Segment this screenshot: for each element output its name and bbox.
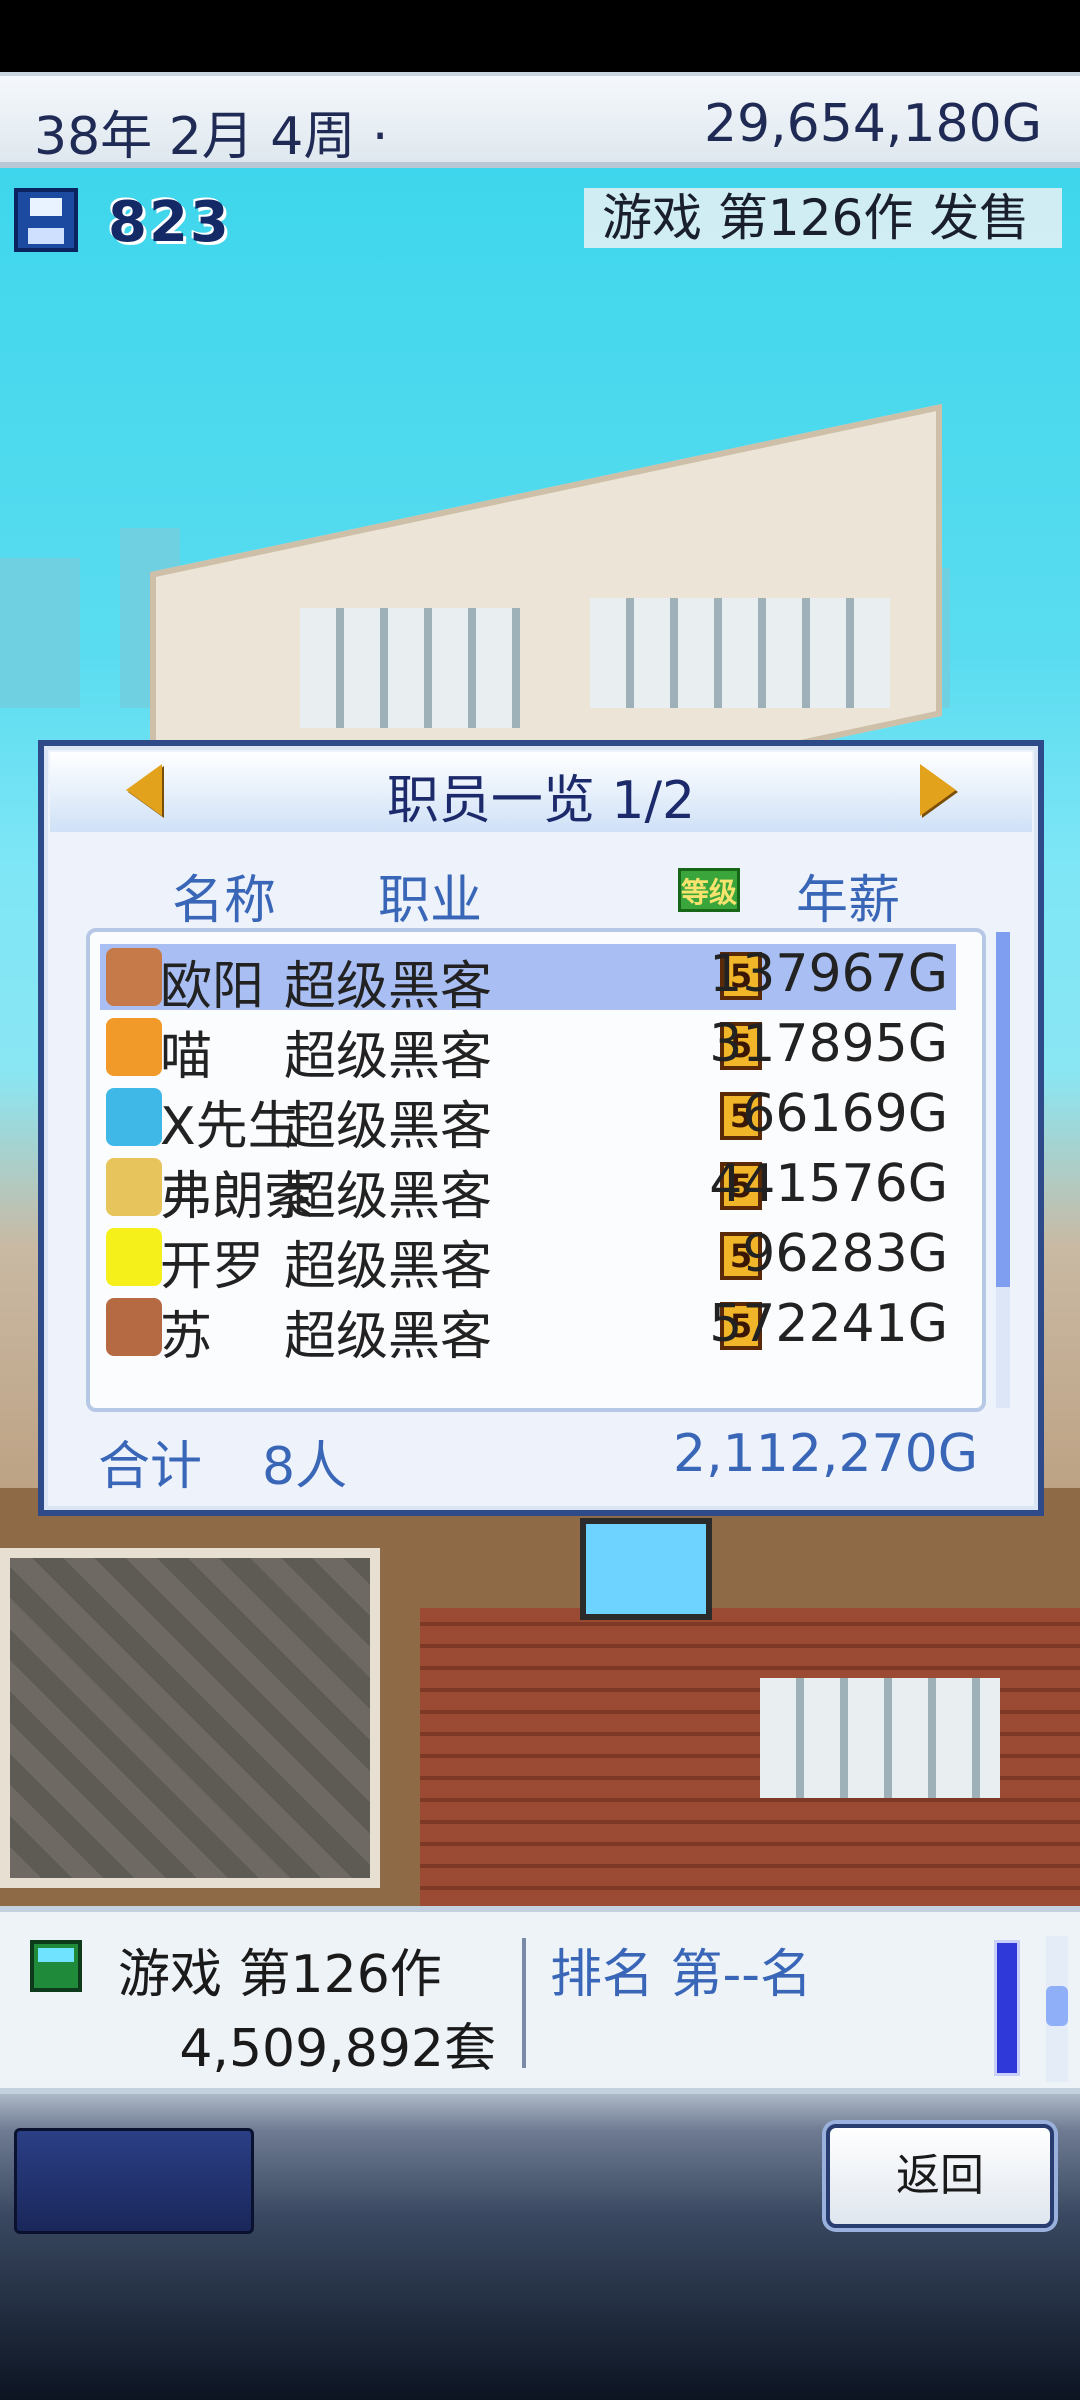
status-bar: [0, 0, 1080, 72]
total-label: 合计: [98, 1437, 203, 1497]
staff-row[interactable]: 开罗 超级黑客 5 96283G: [100, 1224, 956, 1297]
game-rank: 排名 第--名: [550, 1945, 813, 2005]
staff-row[interactable]: 苏超级黑客 5 572241G: [100, 1294, 956, 1367]
staff-job: 超级黑客: [284, 1027, 493, 1087]
staff-salary: 572241G: [709, 1294, 948, 1354]
panel-header: 职员一览 1/2: [50, 752, 1032, 832]
rank-bar: [994, 1940, 1020, 2076]
staff-avatar-icon: [106, 948, 162, 1006]
back-button[interactable]: 返回: [826, 2124, 1054, 2228]
staff-list-panel: 职员一览 1/2 名称 职业 等级 年薪 欧阳 超级黑客 5 137967G 喵超级黑客…: [38, 740, 1044, 1516]
info-scroll-thumb[interactable]: [1046, 1986, 1068, 2026]
staff-job: 超级黑客: [284, 1097, 493, 1157]
money-display: 29,654,180G: [703, 94, 1042, 154]
staff-row[interactable]: X先生 超级黑客 5 66169G: [100, 1084, 956, 1157]
staff-job: 超级黑客: [284, 1167, 493, 1227]
date-display: 38年 2月 4周 ·: [34, 107, 389, 167]
save-disk-icon: [14, 188, 78, 252]
staff-avatar-icon: [106, 1088, 162, 1146]
staff-job: 超级黑客: [284, 957, 493, 1017]
staff-name: 开罗: [160, 1237, 265, 1297]
release-notice: 游戏 第126作 发售: [584, 188, 1062, 248]
staff-salary: 137967G: [709, 944, 948, 1004]
staff-avatar-icon: [106, 1228, 162, 1286]
staff-salary: 317895G: [709, 1014, 948, 1074]
game-cartridge-icon: [30, 1940, 82, 1992]
top-info-bar: 38年 2月 4周 · 29,654,180G: [0, 72, 1080, 168]
staff-job: 超级黑客: [284, 1237, 493, 1297]
game-info-bar: 游戏 第126作 4,509,892套 排名 第--名: [0, 1906, 1080, 2094]
list-scroll-thumb[interactable]: [996, 932, 1010, 1287]
staff-avatar-icon: [106, 1298, 162, 1356]
points-counter: 823: [108, 190, 231, 255]
staff-name: 欧阳: [160, 957, 265, 1017]
staff-salary: 66169G: [742, 1084, 948, 1144]
menu-panel[interactable]: [14, 2128, 254, 2234]
button-bar: 返回: [0, 2094, 1080, 2400]
staff-count: 8人: [262, 1437, 348, 1497]
staff-name: 苏: [160, 1307, 213, 1367]
staff-name: 喵: [160, 1027, 213, 1087]
column-header-name: 名称: [172, 871, 277, 931]
divider: [522, 1938, 526, 2068]
level-header-badge: 等级: [678, 868, 740, 912]
column-header-job: 职业: [378, 871, 483, 931]
staff-avatar-icon: [106, 1158, 162, 1216]
panel-title: 职员一览 1/2: [386, 771, 696, 831]
total-salary: 2,112,270G: [673, 1424, 978, 1484]
staff-salary: 96283G: [742, 1224, 948, 1284]
staff-row[interactable]: 欧阳 超级黑客 5 137967G: [100, 944, 956, 1017]
game-sales: 4,509,892套: [179, 2019, 496, 2079]
staff-row[interactable]: 弗朗索 超级黑客 5 441576G: [100, 1154, 956, 1227]
staff-avatar-icon: [106, 1018, 162, 1076]
staff-salary: 441576G: [709, 1154, 948, 1214]
column-header-salary: 年薪: [796, 871, 901, 931]
staff-job: 超级黑客: [284, 1307, 493, 1367]
staff-row[interactable]: 喵超级黑客 5 317895G: [100, 1014, 956, 1087]
staff-name: X先生: [160, 1097, 300, 1157]
game-title: 游戏 第126作: [118, 1945, 442, 2005]
next-page-arrow-icon[interactable]: [920, 764, 956, 816]
